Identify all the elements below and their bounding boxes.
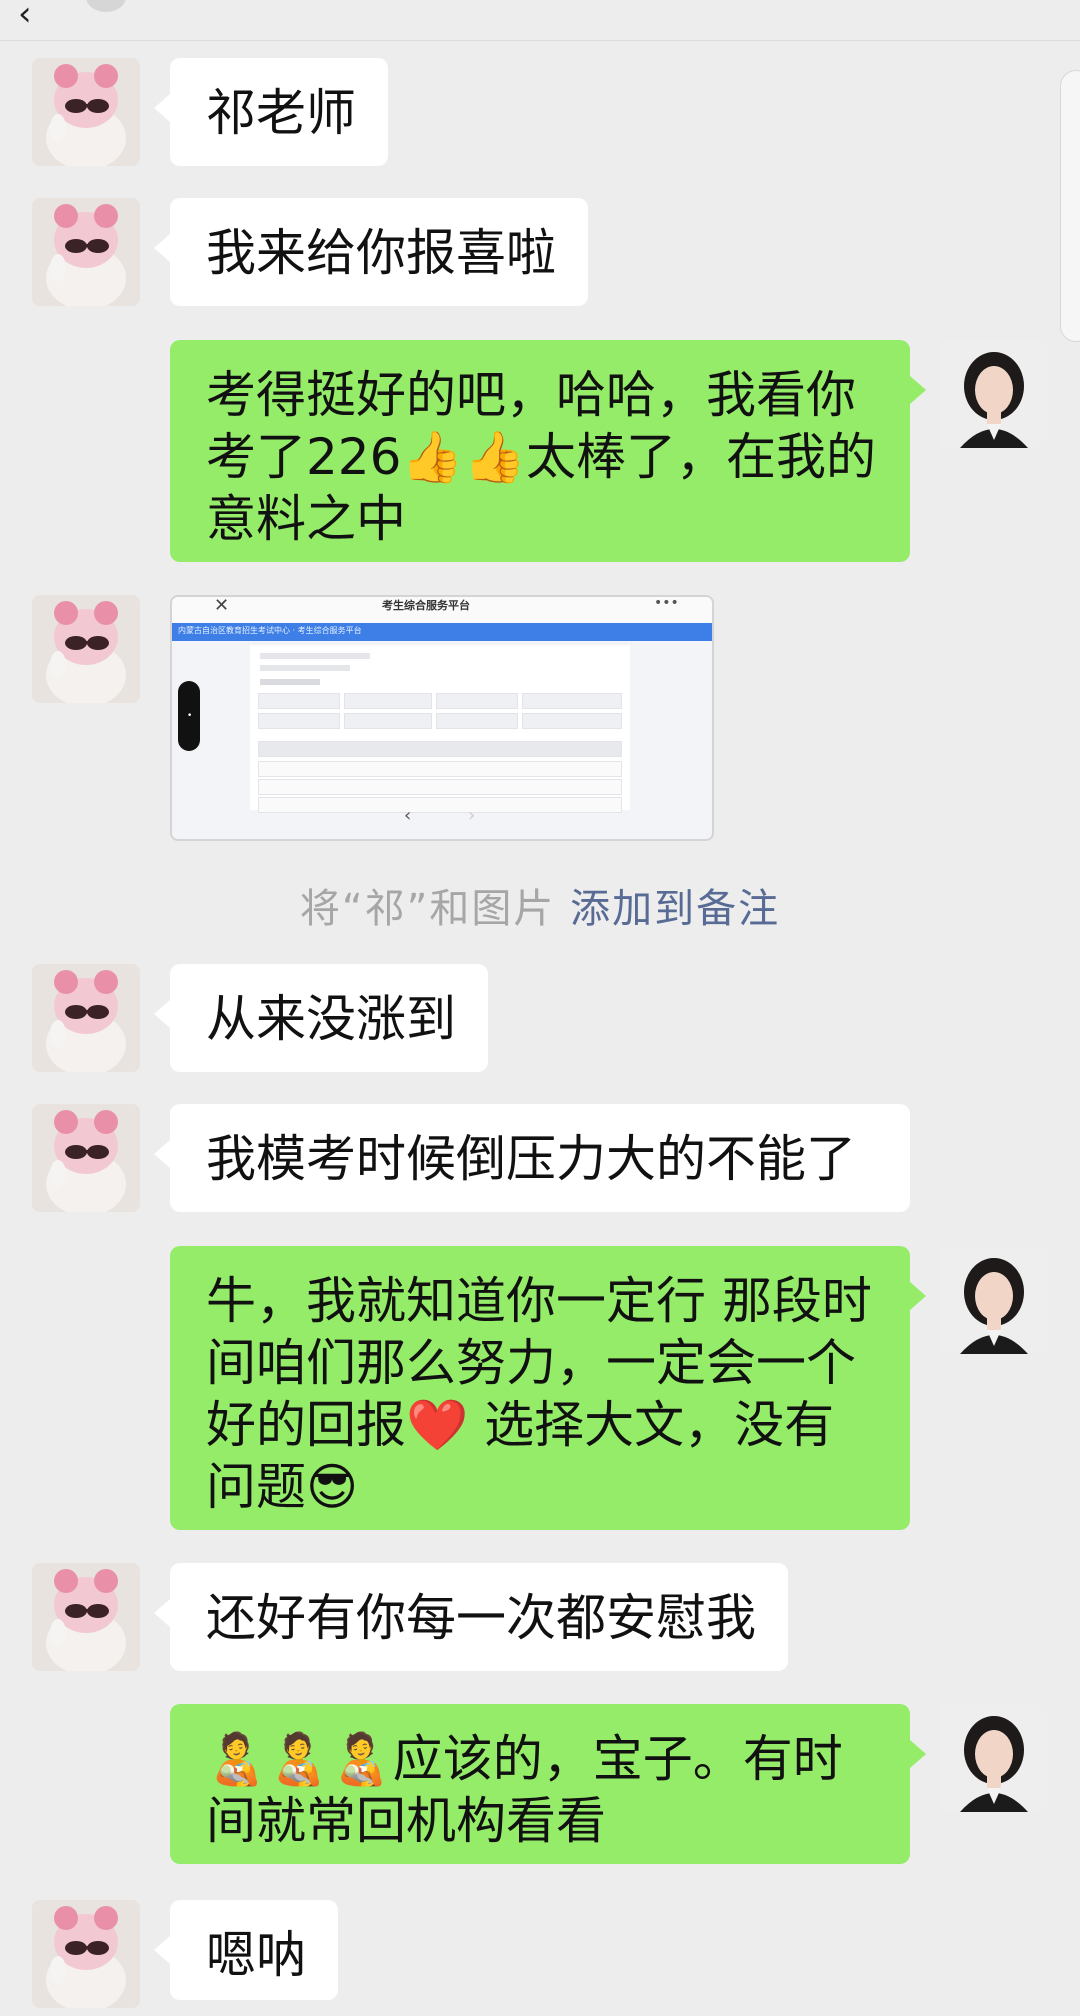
notice-text: 将“祁”和图片 [299, 886, 556, 932]
avatar-bunny-image [32, 964, 140, 1072]
more-icon: ••• [654, 595, 679, 611]
screenshot-title: 考生综合服务平台 [382, 599, 470, 612]
incoming-message-bubble[interactable]: 我来给你报喜啦 [154, 198, 588, 306]
avatar-bunny-image [32, 58, 140, 166]
close-icon: ✕ [214, 595, 230, 616]
avatar-bunny-image [32, 198, 140, 306]
avatar[interactable] [32, 58, 140, 166]
incoming-message-bubble[interactable]: 从来没涨到 [154, 964, 488, 1072]
image-message[interactable]: ✕ 考生综合服务平台 ••• 内蒙古自治区教育招生考试中心 · 考生综合服务平台… [170, 595, 714, 841]
incoming-message-bubble[interactable]: 嗯呐 [154, 1900, 338, 2000]
screenshot-header: ✕ 考生综合服务平台 ••• [172, 597, 712, 623]
avatar[interactable] [940, 1246, 1048, 1354]
chevron-left-icon: ‹ [404, 805, 412, 826]
chat-header: ‹ [0, 0, 1080, 41]
avatar-bunny-image [32, 1563, 140, 1671]
avatar-bunny-image [32, 595, 140, 703]
avatar[interactable] [940, 1704, 1048, 1812]
avatar[interactable] [32, 1104, 140, 1212]
avatar[interactable] [32, 1900, 140, 2008]
chevron-left-icon[interactable]: ‹ [18, 0, 32, 34]
avatar[interactable] [32, 964, 140, 1072]
avatar-woman-image [940, 1704, 1048, 1812]
screenshot-bar-text: 内蒙古自治区教育招生考试中心 · 考生综合服务平台 [178, 626, 362, 635]
screenshot-document [250, 645, 630, 813]
unread-badge [86, 0, 126, 12]
incoming-message-bubble[interactable]: 祁老师 [154, 58, 388, 166]
avatar-bunny-image [32, 1900, 140, 2008]
add-to-remark-link[interactable]: 添加到备注 [570, 886, 780, 932]
avatar[interactable] [32, 1563, 140, 1671]
avatar-woman-image [940, 340, 1048, 448]
screenshot-blue-bar: 内蒙古自治区教育招生考试中心 · 考生综合服务平台 [172, 623, 712, 641]
avatar[interactable] [940, 340, 1048, 448]
outgoing-message-bubble[interactable]: 考得挺好的吧，哈哈，我看你考了226👍👍太棒了，在我的意料之中 [170, 340, 926, 562]
chevron-right-icon: › [468, 805, 476, 826]
avatar[interactable] [32, 198, 140, 306]
outgoing-message-bubble[interactable]: 牛，我就知道你一定行 那段时间咱们那么努力，一定会一个好的回报❤️ 选择大文，没… [170, 1246, 926, 1530]
avatar-bunny-image [32, 1104, 140, 1212]
side-drawer-handle[interactable] [1060, 70, 1080, 342]
incoming-message-bubble[interactable]: 还好有你每一次都安慰我 [154, 1563, 788, 1671]
avatar[interactable] [32, 595, 140, 703]
incoming-message-bubble[interactable]: 我模考时候倒压力大的不能了 [154, 1104, 910, 1212]
outgoing-message-bubble[interactable]: 🧑‍🍼🧑‍🍼🧑‍🍼应该的，宝子。有时间就常回机构看看 [170, 1704, 926, 1864]
system-notice: 将“祁”和图片 添加到备注 [0, 876, 1080, 934]
avatar-woman-image [940, 1246, 1048, 1354]
phone-button: • [178, 681, 200, 751]
